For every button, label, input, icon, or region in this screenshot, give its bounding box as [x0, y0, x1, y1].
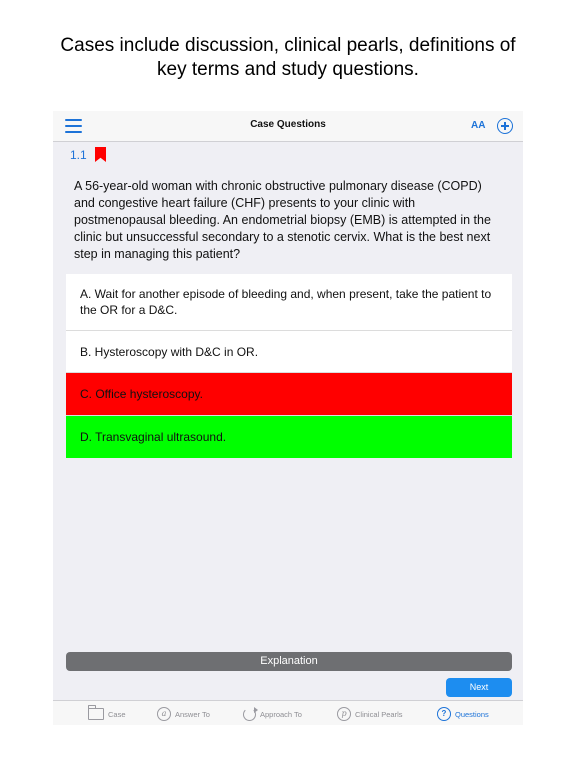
answer-option-label: C. Office hysteroscopy.	[80, 387, 203, 401]
next-button[interactable]: Next	[446, 678, 512, 697]
app-screen: Case Questions AA 1.1 A 56-year-old woma…	[53, 111, 523, 725]
add-circle-icon[interactable]	[497, 118, 513, 134]
question-number: 1.1	[70, 148, 87, 162]
explanation-button[interactable]: Explanation	[66, 652, 512, 671]
answer-option-label: A. Wait for another episode of bleeding …	[80, 287, 492, 317]
folder-icon	[88, 705, 104, 720]
tab-label: Answer To	[175, 709, 210, 719]
font-size-button[interactable]: AA	[471, 120, 485, 131]
caption-line-1: Cases include discussion, clinical pearl…	[60, 35, 516, 56]
answer-option-label: B. Hysteroscopy with D&C in OR.	[80, 344, 259, 359]
tab-answer-to[interactable]: a Answer To	[157, 707, 210, 721]
tab-case[interactable]: Case	[88, 705, 126, 721]
p-circle-icon: p	[337, 707, 351, 721]
answer-option-c-incorrect[interactable]: C. Office hysteroscopy.	[66, 373, 512, 416]
tab-bar: Case a Answer To Approach To p Clinical …	[53, 700, 523, 725]
tab-label: Case	[108, 709, 126, 719]
answer-option-b[interactable]: B. Hysteroscopy with D&C in OR.	[66, 331, 512, 373]
rotate-icon	[243, 706, 258, 721]
promo-caption: Cases include discussion, clinical pearl…	[0, 34, 576, 82]
caption-line-2: key terms and study questions.	[157, 59, 419, 80]
tab-label: Approach To	[260, 709, 302, 719]
at-circle-icon: a	[157, 707, 171, 721]
question-circle-icon: ?	[437, 707, 451, 721]
tab-label: Questions	[455, 709, 489, 719]
answer-option-a[interactable]: A. Wait for another episode of bleeding …	[66, 274, 512, 331]
question-text: A 56-year-old woman with chronic obstruc…	[74, 179, 491, 261]
navigation-bar: Case Questions AA	[53, 111, 523, 142]
tab-approach-to[interactable]: Approach To	[243, 706, 302, 721]
bookmark-icon[interactable]	[95, 147, 106, 162]
tab-clinical-pearls[interactable]: p Clinical Pearls	[337, 707, 403, 721]
tab-label: Clinical Pearls	[355, 709, 403, 719]
page-title: Case Questions	[250, 119, 326, 130]
tab-questions[interactable]: ? Questions	[437, 707, 489, 721]
answer-option-label: D. Transvaginal ultrasound.	[80, 430, 227, 444]
answer-option-d-correct[interactable]: D. Transvaginal ultrasound.	[66, 416, 512, 458]
answer-list: A. Wait for another episode of bleeding …	[66, 274, 512, 458]
